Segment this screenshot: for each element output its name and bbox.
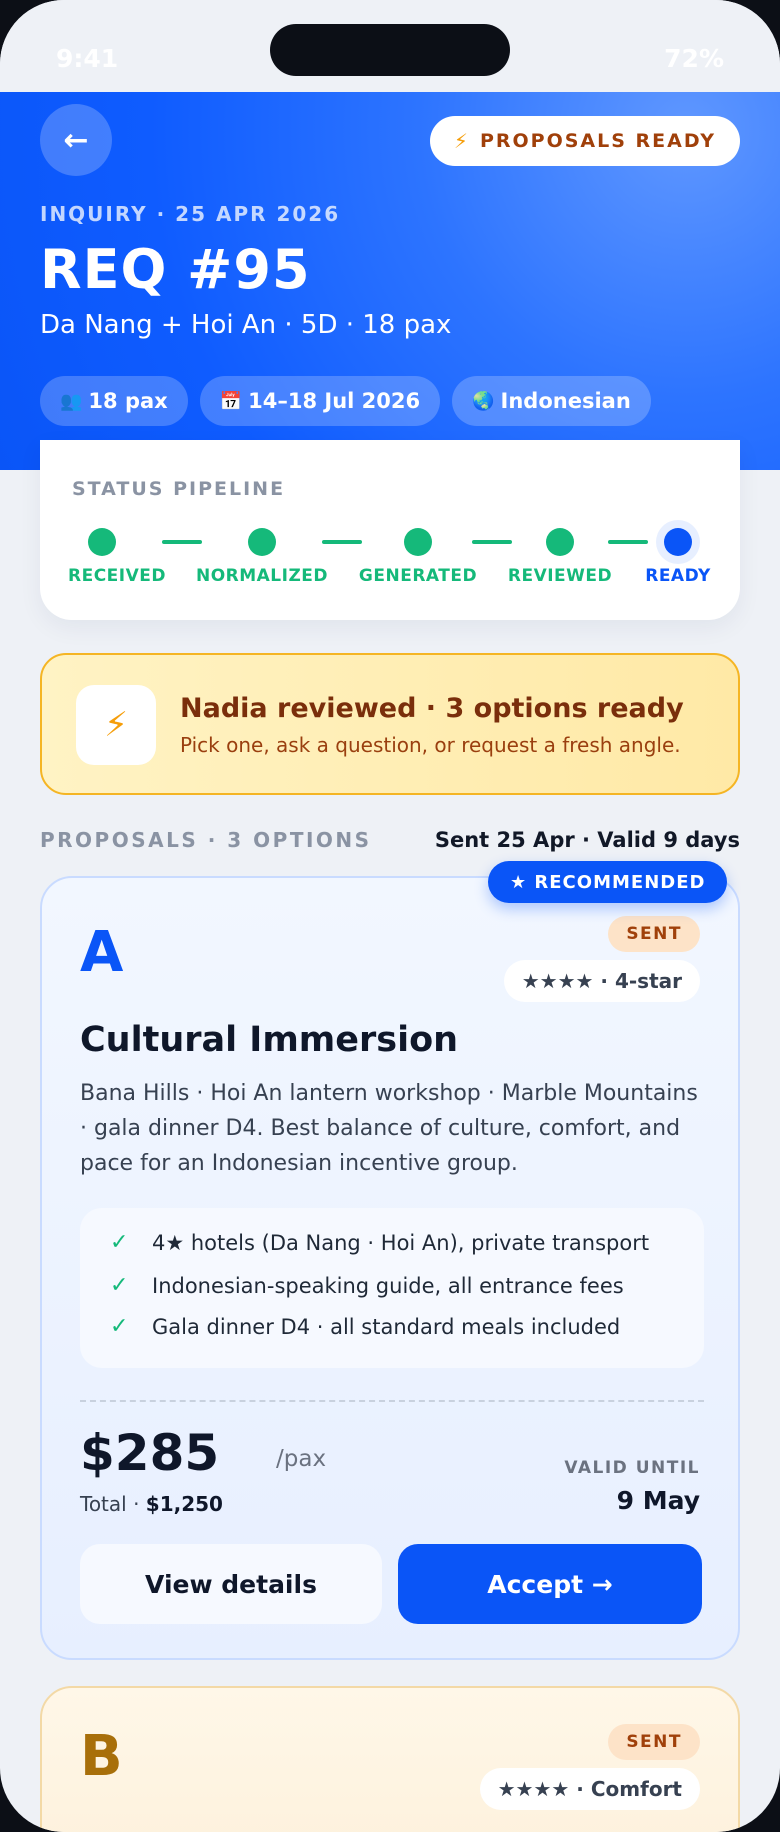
check-icon: ✓ <box>110 1273 129 1298</box>
step-label-ready: READY <box>645 566 711 586</box>
lightning-icon: ⚡ <box>453 129 470 153</box>
proposal-description: Bana Hills · Hoi An lantern workshop · M… <box>80 1081 698 1176</box>
step-connector <box>322 540 362 544</box>
check-icon: ✓ <box>110 1314 129 1339</box>
option-letter: A <box>80 920 124 985</box>
view-details-button[interactable]: View details <box>80 1544 382 1624</box>
people-icon: 👥 <box>60 390 83 412</box>
price-unit: /pax <box>276 1446 327 1472</box>
trip-summary: Da Nang + Hoi An · 5D · 18 pax <box>40 310 452 340</box>
globe-icon: 🌏 <box>472 390 495 412</box>
inclusion-text: Gala dinner D4 · all standard meals incl… <box>152 1314 621 1339</box>
step-label-reviewed: REVIEWED <box>507 566 613 586</box>
recommended-badge: ★ RECOMMENDED <box>488 861 728 903</box>
proposal-title: Cultural Immersion <box>80 1020 459 1060</box>
list-item: ✓ Gala dinner D4 · all standard meals in… <box>110 1314 620 1339</box>
check-icon: ✓ <box>110 1230 129 1255</box>
pipeline-title: STATUS PIPELINE <box>72 478 286 500</box>
notice-subtitle: Pick one, ask a question, or request a f… <box>180 733 681 757</box>
back-button[interactable]: ← <box>40 104 112 176</box>
accept-button[interactable]: Accept → <box>398 1544 702 1624</box>
chip-label: Indonesian <box>500 389 631 413</box>
status-badge: ⚡ PROPOSALS READY <box>429 116 740 166</box>
status-badge-label: PROPOSALS READY <box>479 130 716 152</box>
total-price: Total · $1,250 <box>80 1492 223 1516</box>
inquiry-date: INQUIRY · 25 APR 2026 <box>40 202 341 226</box>
proposal-card-b[interactable]: B SENT ★★★★ · Comfort <box>40 1686 740 1832</box>
step-label-normalized: NORMALIZED <box>195 566 329 586</box>
inclusion-text: 4★ hotels (Da Nang · Hoi An), private tr… <box>152 1230 650 1255</box>
valid-until-date: 9 May <box>616 1486 700 1515</box>
review-notice: ⚡ Nadia reviewed · 3 options ready Pick … <box>40 653 740 795</box>
inclusion-text: Indonesian-speaking guide, all entrance … <box>152 1273 624 1298</box>
arrow-left-icon: ← <box>63 122 89 158</box>
sent-badge: SENT <box>608 916 700 952</box>
battery-level: 72% <box>664 44 724 73</box>
step-connector <box>162 540 202 544</box>
lightning-icon: ⚡ <box>76 685 156 765</box>
calendar-icon: 📅 <box>219 390 243 412</box>
status-bar: 9:41 72% <box>0 0 780 92</box>
status-pipeline: STATUS PIPELINE RECEIVED NORMALIZED GENE… <box>40 440 740 620</box>
price: $285 <box>80 1424 220 1482</box>
sent-badge: SENT <box>608 1724 700 1760</box>
step-dot-generated <box>404 528 432 556</box>
proposals-meta: Sent 25 Apr · Valid 9 days <box>434 828 740 852</box>
chip-pax: 👥 18 pax <box>40 376 188 426</box>
step-dot-reviewed <box>546 528 574 556</box>
option-letter: B <box>80 1724 123 1789</box>
list-item: ✓ 4★ hotels (Da Nang · Hoi An), private … <box>110 1230 649 1255</box>
inclusions-list: ✓ 4★ hotels (Da Nang · Hoi An), private … <box>80 1208 704 1368</box>
status-time: 9:41 <box>56 44 119 73</box>
chip-language: 🌏 Indonesian <box>452 376 651 426</box>
proposal-card-a[interactable]: A SENT ★★★★ · 4-star Cultural Immersion … <box>40 876 740 1660</box>
divider <box>80 1400 704 1402</box>
inquiry-header: ← ⚡ PROPOSALS READY INQUIRY · 25 APR 202… <box>0 92 780 470</box>
proposals-header: PROPOSALS · 3 OPTIONS <box>40 828 372 852</box>
chip-label: 14–18 Jul 2026 <box>248 389 421 413</box>
trip-chips: 👥 18 pax 📅 14–18 Jul 2026 🌏 Indonesian <box>40 376 651 426</box>
phone-screen: 9:41 72% ← ⚡ PROPOSALS READY INQUIRY · 2… <box>0 0 780 1832</box>
valid-until-label: VALID UNTIL <box>564 1458 700 1478</box>
step-connector <box>608 540 648 544</box>
step-label-generated: GENERATED <box>358 566 478 586</box>
rating-badge: ★★★★ · 4-star <box>503 960 700 1002</box>
step-dot-normalized <box>248 528 276 556</box>
chip-dates: 📅 14–18 Jul 2026 <box>199 376 441 426</box>
total-label: Total · <box>80 1492 140 1516</box>
page-title: REQ #95 <box>40 238 311 301</box>
step-label-received: RECEIVED <box>68 566 166 586</box>
list-item: ✓ Indonesian-speaking guide, all entranc… <box>110 1273 624 1298</box>
dynamic-island <box>270 24 510 76</box>
rating-badge: ★★★★ · Comfort <box>479 1768 700 1810</box>
chip-label: 18 pax <box>88 389 168 413</box>
step-connector <box>472 540 512 544</box>
notice-title: Nadia reviewed · 3 options ready <box>180 693 684 724</box>
step-dot-ready <box>664 528 692 556</box>
step-dot-received <box>88 528 116 556</box>
total-value: $1,250 <box>145 1492 223 1516</box>
